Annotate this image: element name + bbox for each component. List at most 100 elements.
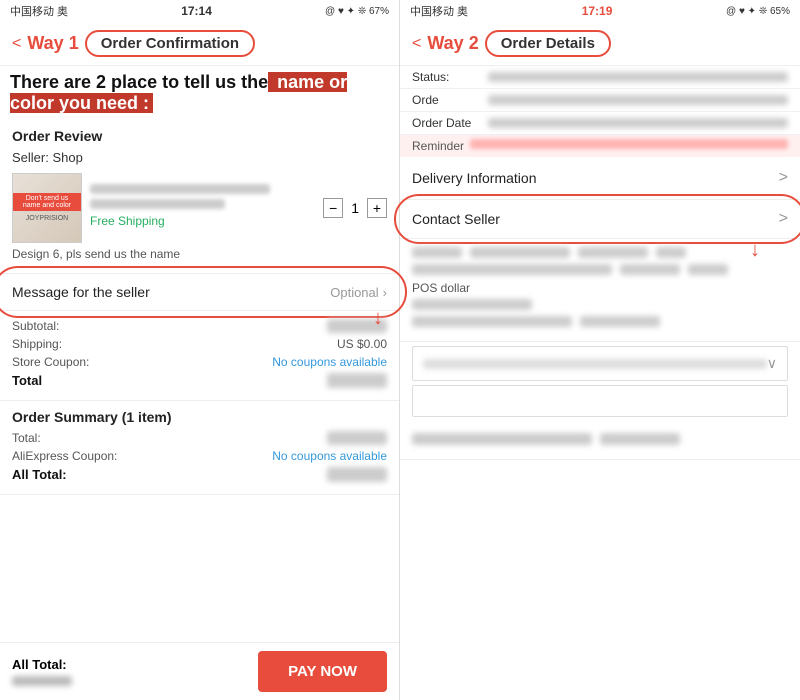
blur-box3: [578, 247, 648, 258]
qty-increase-button[interactable]: +: [367, 198, 387, 218]
summary-total-row: Total: ███████: [12, 431, 387, 445]
blur-box2: [470, 247, 570, 258]
product-name-blur: [90, 184, 270, 194]
pos-dollar-text: POS dollar: [412, 281, 788, 295]
coupon-label: Store Coupon:: [12, 355, 89, 369]
all-total-label-sum: All Total:: [12, 467, 67, 482]
design-note: Design 6, pls send us the name: [12, 243, 387, 265]
contact-arrow: ↓: [750, 239, 760, 262]
all-total-amount: [12, 676, 72, 686]
all-total-row: All Total: ███████: [12, 467, 387, 482]
blur-box10: [580, 316, 660, 327]
pay-now-button[interactable]: PAY NOW: [258, 651, 387, 692]
carrier-text: 中国移动 奥: [10, 3, 68, 19]
order-num-label: Orde: [412, 93, 482, 107]
right-time: 17:19: [582, 4, 613, 18]
right-blur-section1: POS dollar: [400, 239, 800, 342]
right-blur-row1: [412, 247, 788, 258]
qty-decrease-button[interactable]: −: [323, 198, 343, 218]
left-status-bar: 中国移动 奥 17:14 @ ♥ ✦ ❊ 67%: [0, 0, 399, 22]
blur-box7: [688, 264, 728, 275]
message-section[interactable]: Message for the seller Optional › ↓: [0, 274, 399, 311]
order-date-blur: [488, 118, 788, 128]
right-blur-row4: [412, 316, 788, 327]
select-chevron-icon: ∨: [767, 355, 777, 372]
contact-chevron-icon: >: [779, 210, 788, 228]
message-label: Message for the seller: [12, 284, 150, 300]
blur-box12: [600, 433, 680, 445]
cost-section: Subtotal: ███████ Shipping: US $0.00 Sto…: [0, 311, 399, 401]
right-input-row: [412, 385, 788, 417]
left-nav-title: Order Confirmation: [85, 30, 255, 57]
order-review-title: Order Review: [12, 128, 387, 144]
message-chevron-icon: ›: [383, 285, 387, 300]
select-row[interactable]: ∨: [412, 346, 788, 381]
right-status-bar: 中国移动 奥 17:19 @ ♥ ✦ ❊ 65%: [400, 0, 800, 22]
right-nav-bar: < Way 2 Order Details: [400, 22, 800, 66]
order-summary-section: Order Summary (1 item) Total: ███████ Al…: [0, 401, 399, 495]
blur-box5: [412, 264, 612, 275]
message-row: Message for the seller Optional ›: [12, 284, 387, 300]
contact-row: Contact Seller >: [412, 210, 788, 228]
blur-box11: [412, 433, 592, 445]
all-total-label: All Total:: [12, 657, 72, 672]
total-label: Total: [12, 373, 42, 388]
right-nav-title: Order Details: [485, 30, 611, 57]
subtotal-row: Subtotal: ███████: [12, 319, 387, 333]
all-total-value: ███████: [327, 467, 387, 482]
contact-label: Contact Seller: [412, 211, 500, 227]
shipping-label: Shipping:: [12, 337, 62, 351]
right-carrier-text: 中国移动 奥: [410, 3, 468, 19]
seller-row: Seller: Shop: [12, 150, 387, 165]
blur-box1: [412, 247, 462, 258]
blur-box6: [620, 264, 680, 275]
right-way-label: Way 2: [427, 33, 478, 54]
left-carrier: 中国移动 奥: [10, 3, 68, 19]
overlay-black-text: There are 2 place to tell us the: [10, 72, 268, 92]
total-value: ███████: [327, 373, 387, 388]
message-arrow: ↓: [373, 307, 383, 330]
right-carrier: 中国移动 奥: [410, 3, 468, 19]
right-blur-row2: [412, 264, 788, 275]
qty-value: 1: [351, 200, 359, 216]
right-blur-row3: [412, 299, 788, 310]
total-row: Total ███████: [12, 373, 387, 388]
ali-coupon-label: AliExpress Coupon:: [12, 449, 117, 463]
ali-coupon-row: AliExpress Coupon: No coupons available: [12, 449, 387, 463]
product-row: Don't send usname and color JOYPRISION F…: [12, 173, 387, 243]
shipping-row: Shipping: US $0.00: [12, 337, 387, 351]
select-blur: [423, 359, 767, 369]
subtotal-label: Subtotal:: [12, 319, 59, 333]
status-blur: [488, 72, 788, 82]
order-num-blur: [488, 95, 788, 105]
delivery-row[interactable]: Delivery Information >: [400, 157, 800, 200]
blur-box4: [656, 247, 686, 258]
ali-coupon-value: No coupons available: [272, 449, 387, 463]
right-back-button[interactable]: <: [412, 35, 421, 53]
coupon-row: Store Coupon: No coupons available: [12, 355, 387, 369]
left-way-label: Way 1: [27, 33, 78, 54]
blur-box8: [412, 299, 532, 310]
delivery-label: Delivery Information: [412, 170, 537, 186]
reminder-label: Reminder: [412, 139, 464, 153]
bottom-area: All Total: PAY NOW: [0, 642, 399, 700]
order-date-label: Order Date: [412, 116, 482, 130]
thumb-red-bar: Don't send usname and color: [13, 193, 81, 211]
left-icons: @ ♥ ✦ ❊ 67%: [325, 6, 389, 17]
order-summary-title: Order Summary (1 item): [12, 409, 387, 425]
product-info: Free Shipping: [90, 184, 315, 232]
order-date-row: Order Date: [400, 112, 800, 135]
left-back-button[interactable]: <: [12, 35, 21, 53]
bottom-left: All Total:: [12, 657, 72, 686]
status-row: Status:: [400, 66, 800, 89]
left-panel: 中国移动 奥 17:14 @ ♥ ✦ ❊ 67% < Way 1 Order C…: [0, 0, 400, 700]
delivery-chevron-icon: >: [779, 169, 788, 187]
contact-section[interactable]: Contact Seller > ↓: [400, 200, 800, 239]
right-blur-row5: [412, 433, 788, 445]
main-container: 中国移动 奥 17:14 @ ♥ ✦ ❊ 67% < Way 1 Order C…: [0, 0, 800, 700]
optional-text: Optional: [330, 285, 378, 300]
reminder-row: Reminder: [400, 135, 800, 157]
overlay-banner: There are 2 place to tell us the name or…: [0, 66, 399, 120]
status-label: Status:: [412, 70, 482, 84]
product-name-blur2: [90, 199, 225, 209]
